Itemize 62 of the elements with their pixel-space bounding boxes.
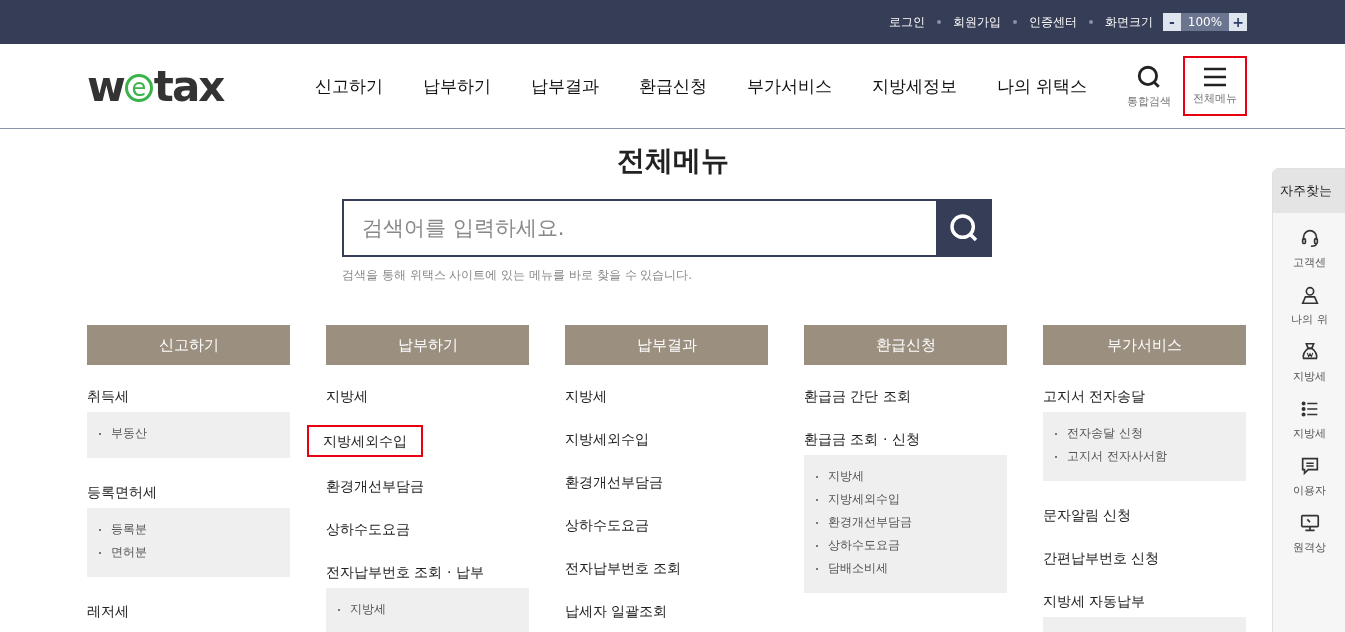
menu-link[interactable]: 레저세 [87,597,129,625]
submenu-link[interactable]: 환경개선부담금 [816,511,995,534]
nav-link[interactable]: 지방세정보 [872,74,957,98]
menu-link[interactable]: 납세자 일괄조회 [565,597,668,625]
site-logo[interactable]: w e tax [87,61,287,111]
submenu-link[interactable]: 전자송달 신청 [1055,422,1234,445]
submenu-link[interactable]: 면허분 [99,541,278,564]
zoom-in-button[interactable]: + [1229,13,1247,31]
submenu-link[interactable]: 담배소비세 [816,557,995,580]
menu-icon [1203,66,1228,87]
submenu-link[interactable]: 고지서 전자사서함 [1055,445,1234,468]
panel-title: 자주찾는 [1273,169,1345,213]
search-button[interactable]: 통합검색 [1117,56,1182,116]
menu-link[interactable]: 등록면허세 [87,478,157,506]
menu-link[interactable]: 지방세 자동납부 [1043,587,1146,615]
menu-link[interactable]: 환경개선부담금 [565,468,663,496]
quick-link[interactable]: 지방세 [1273,398,1345,441]
menu-link[interactable]: 간편납부번호 신청 [1043,544,1160,572]
zoom-value: 100% [1181,13,1229,31]
menu-link[interactable]: 지방세 [326,382,368,410]
menu-link[interactable]: 취득세 [87,382,129,410]
zoom-out-button[interactable]: - [1163,13,1181,31]
quick-link[interactable]: 나의 위 [1273,284,1345,327]
submenu-link[interactable]: 부동산 [99,422,278,445]
full-menu-button[interactable]: 전체메뉴 [1183,56,1248,116]
menu-link[interactable]: 문자알림 신청 [1043,501,1132,529]
menu-link[interactable]: 환급금 간단 조회 [804,382,911,410]
nav-link[interactable]: 납부하기 [423,74,491,98]
nav-link[interactable]: 부가서비스 [747,74,832,98]
quick-link[interactable]: 원격상 [1273,512,1345,555]
submenu-link[interactable]: 지방세 [816,465,995,488]
menu-link[interactable]: 전자납부번호 조회 [565,554,682,582]
zoom-label: 화면크기 [1105,13,1153,31]
nav-link[interactable]: 환급신청 [639,74,707,98]
page-title: 전체메뉴 [615,143,730,179]
menu-link[interactable]: 환경개선부담금 [326,472,424,500]
menu-link[interactable]: 상하수도요금 [326,515,410,543]
quick-link[interactable]: 고객센 [1273,227,1345,270]
monitor-icon [1298,512,1321,534]
quick-link[interactable]: 이용자 [1273,455,1345,498]
quick-link[interactable]: 지방세 [1273,341,1345,384]
top-link[interactable]: 로그인 [889,13,925,31]
search-hint: 검색을 통해 위택스 사이트에 있는 메뉴를 바로 찾을 수 있습니다. [342,267,694,284]
menu-link[interactable]: 전자납부번호 조회 · 납부 [326,558,484,586]
menu-link[interactable]: 지방세 [565,382,607,410]
menu-link[interactable]: 환급금 조회 · 신청 [804,425,920,453]
submenu-link[interactable]: 지방세 [338,598,517,621]
submenu-link[interactable]: 등록분 [99,518,278,541]
menu-link[interactable]: 지방세외수입 [307,425,423,457]
menu-link[interactable]: 상하수도요금 [565,511,649,539]
search-icon [948,212,980,244]
menu-link[interactable]: 지방세외수입 [565,425,649,453]
top-link[interactable]: 인증센터 [1029,13,1077,31]
submenu-link[interactable]: 상하수도요금 [816,534,995,557]
submenu-link[interactable]: 지방세외수입 [816,488,995,511]
nav-link[interactable]: 신고하기 [315,74,383,98]
search-button[interactable] [936,199,992,257]
nav-link[interactable]: 납부결과 [531,74,599,98]
nav-link[interactable]: 나의 위택스 [997,74,1088,98]
menu-link[interactable]: 고지서 전자송달 [1043,382,1146,410]
top-link[interactable]: 회원가입 [953,13,1001,31]
search-field[interactable]: 검색어를 입력하세요. [342,199,936,257]
